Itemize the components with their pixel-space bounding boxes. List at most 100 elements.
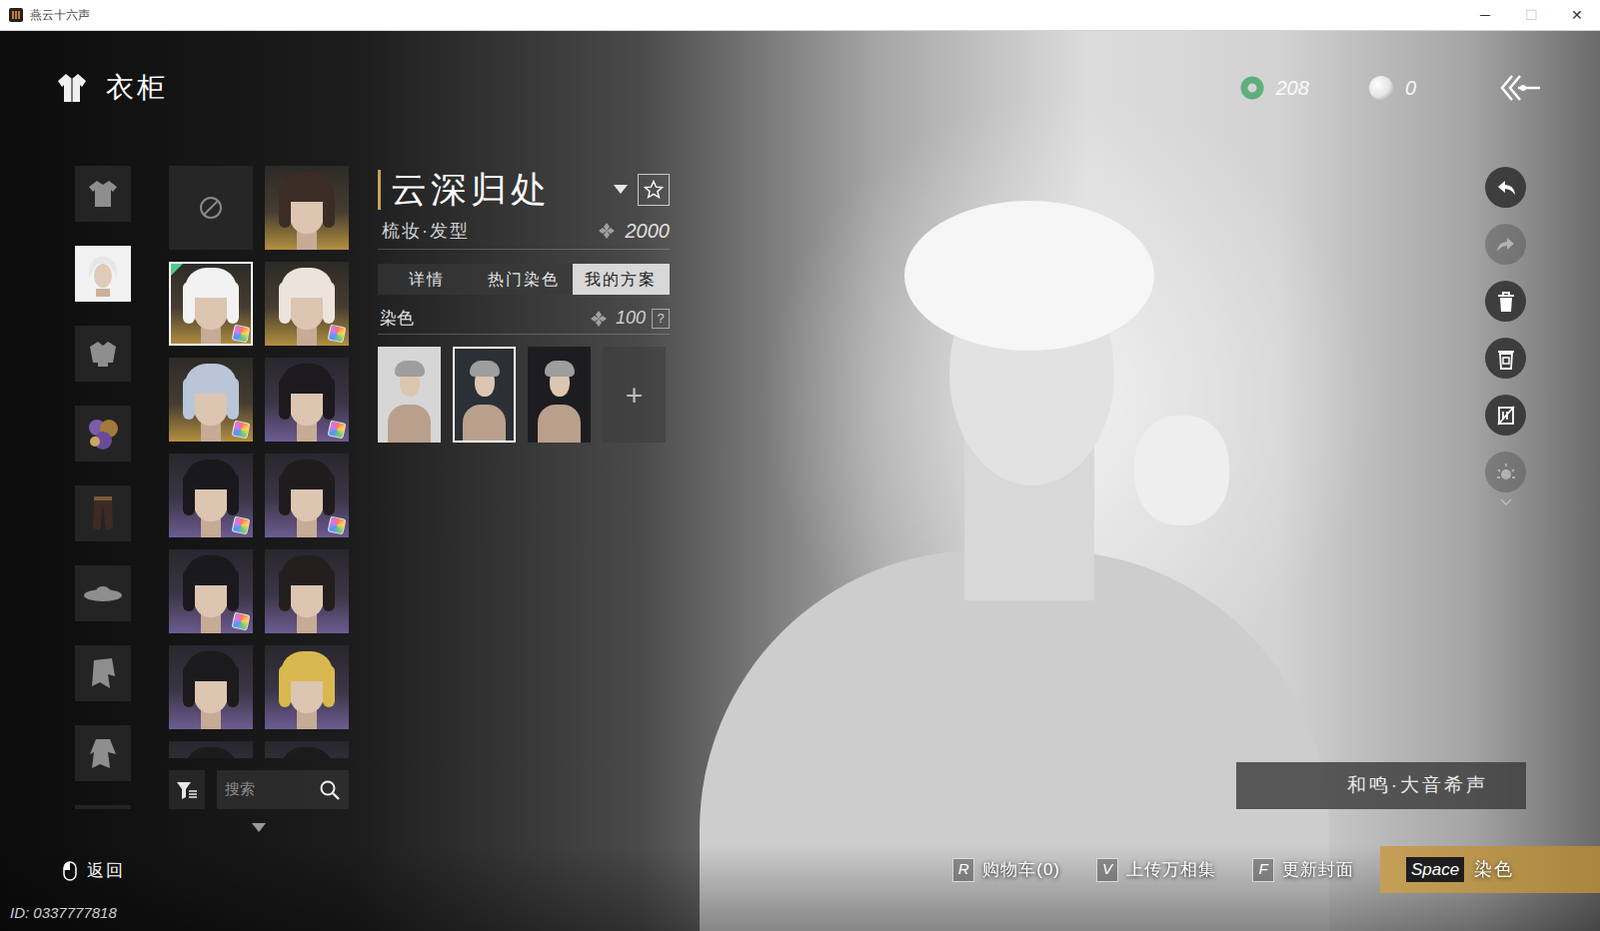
title-accent: [377, 169, 381, 210]
footer-left: 返回 ID: 0337777818: [0, 845, 320, 931]
hairstyle-tile[interactable]: [168, 357, 253, 442]
hairstyle-tile[interactable]: [264, 645, 349, 730]
id-row: ID: 0337777818: [9, 902, 320, 926]
hairstyle-tile[interactable]: [264, 549, 349, 634]
scheme-hair: [544, 360, 575, 377]
dye-badge: [231, 420, 251, 440]
portrait-hair: [280, 651, 333, 682]
category-tab[interactable]: [74, 565, 131, 622]
skin-label: 和鸣·大音希声: [1347, 771, 1489, 801]
dye-help[interactable]: ?: [651, 308, 670, 329]
hairstyle-tile[interactable]: [168, 165, 253, 250]
category-icon: [79, 250, 126, 297]
subtitle-row: 梳妆·发型 2000: [377, 215, 670, 250]
category-tab[interactable]: [74, 165, 131, 222]
back-row[interactable]: 返回: [62, 858, 320, 885]
hairstyle-tile[interactable]: [168, 453, 253, 538]
scheme-thumb[interactable]: [527, 346, 591, 443]
currency: 0: [1369, 72, 1417, 103]
window-control: ☐: [1508, 0, 1555, 30]
favorite-star-icon[interactable]: [637, 173, 670, 206]
redo-icon: [1495, 233, 1518, 256]
hairstyle-tile[interactable]: [168, 645, 253, 730]
category-tab[interactable]: [74, 725, 131, 782]
window-title-slot: 燕云十六声: [29, 5, 90, 24]
hairstyle-tile[interactable]: [264, 165, 349, 250]
item-title: 云深归处: [390, 167, 551, 212]
render-glow: [759, 90, 1380, 711]
scheme-thumb[interactable]: [452, 346, 516, 443]
back-label[interactable]: 返回: [86, 858, 125, 885]
content: 云深归处梳妆·发型 2000 详情热门染色我的方案染色 100? + 和鸣·大音希声: [0, 165, 1600, 846]
category-tab[interactable]: [74, 805, 131, 810]
tool-button[interactable]: [1485, 166, 1527, 208]
category-tab[interactable]: [74, 405, 131, 462]
figure-neck: [964, 430, 1095, 601]
hairstyle-tile[interactable]: [168, 261, 253, 346]
search-icon[interactable]: [318, 779, 341, 802]
header-title-slot: 衣柜: [105, 70, 168, 105]
skin-label-box: 和鸣·大音希声: [1236, 762, 1527, 810]
tool-button[interactable]: [1485, 337, 1527, 379]
undo-icon: [1495, 176, 1518, 199]
exit-arrow-icon[interactable]: [1498, 70, 1543, 105]
hairstyle-tile[interactable]: [168, 741, 253, 759]
chevron-down-icon: [251, 823, 266, 833]
detail-tab[interactable]: 详情: [377, 263, 475, 295]
key-hint[interactable]: F更新封面: [1252, 846, 1355, 894]
scheme-body: [387, 404, 431, 443]
window-control[interactable]: ✕: [1554, 0, 1600, 30]
figure-head: [949, 260, 1115, 486]
dropdown-icon[interactable]: [613, 184, 628, 195]
selection-frame: [168, 261, 253, 346]
scheme-list: +: [377, 346, 670, 443]
category-list: [74, 165, 131, 810]
window-control[interactable]: ─: [1462, 0, 1509, 30]
window-controls: ─☐✕: [1462, 0, 1600, 30]
dye-badge: [231, 516, 251, 536]
search-field[interactable]: [216, 770, 349, 810]
pearl-icon: [1369, 75, 1394, 100]
tools-more-icon[interactable]: [1500, 498, 1513, 507]
dye-badge: [231, 612, 251, 632]
scheme-hair: [469, 360, 500, 377]
item-category: 梳妆·发型: [381, 217, 470, 245]
hairstyle-tile[interactable]: [264, 261, 349, 346]
hairstyle-tile[interactable]: [264, 357, 349, 442]
title-row: 云深归处: [377, 165, 670, 214]
category-tab[interactable]: [74, 325, 131, 382]
detail-tab[interactable]: 热门染色: [474, 263, 572, 295]
dye-action-button[interactable]: Space染色: [1380, 846, 1600, 894]
search-input[interactable]: [224, 778, 315, 802]
wardrobe-screen: 衣柜 2080: [0, 30, 1600, 931]
hairstyle-tile[interactable]: [168, 549, 253, 634]
tool-button: [1485, 451, 1527, 493]
item-price: 2000: [625, 215, 671, 246]
category-tab[interactable]: [74, 485, 131, 542]
tool-button[interactable]: [1485, 280, 1527, 322]
detail-tab[interactable]: 我的方案: [572, 263, 670, 295]
filter-button[interactable]: [168, 770, 205, 810]
dye-label: 染色: [379, 305, 414, 332]
portrait-hair: [184, 267, 237, 298]
scroll-down[interactable]: [168, 823, 349, 833]
tool-button: [1485, 223, 1527, 265]
add-scheme-button[interactable]: +: [602, 346, 666, 443]
dye-price: 100: [615, 304, 646, 332]
tool-button[interactable]: [1485, 394, 1527, 436]
key-hint[interactable]: V上传万相集: [1096, 846, 1217, 894]
style-column: [168, 165, 349, 846]
dye-badge: [327, 516, 347, 536]
portrait-hair: [280, 171, 333, 202]
scheme-body: [537, 404, 581, 443]
key-cap: Space: [1406, 857, 1465, 883]
app-icon: [8, 7, 23, 22]
hairstyle-tile[interactable]: [264, 741, 349, 759]
category-tab[interactable]: [74, 645, 131, 702]
category-tab[interactable]: [74, 245, 131, 302]
hairstyle-tile[interactable]: [264, 453, 349, 538]
selection-frame: [452, 346, 516, 443]
portrait-hair: [184, 363, 237, 394]
scheme-thumb[interactable]: [377, 346, 441, 443]
key-hint[interactable]: R购物车(0): [952, 846, 1061, 894]
